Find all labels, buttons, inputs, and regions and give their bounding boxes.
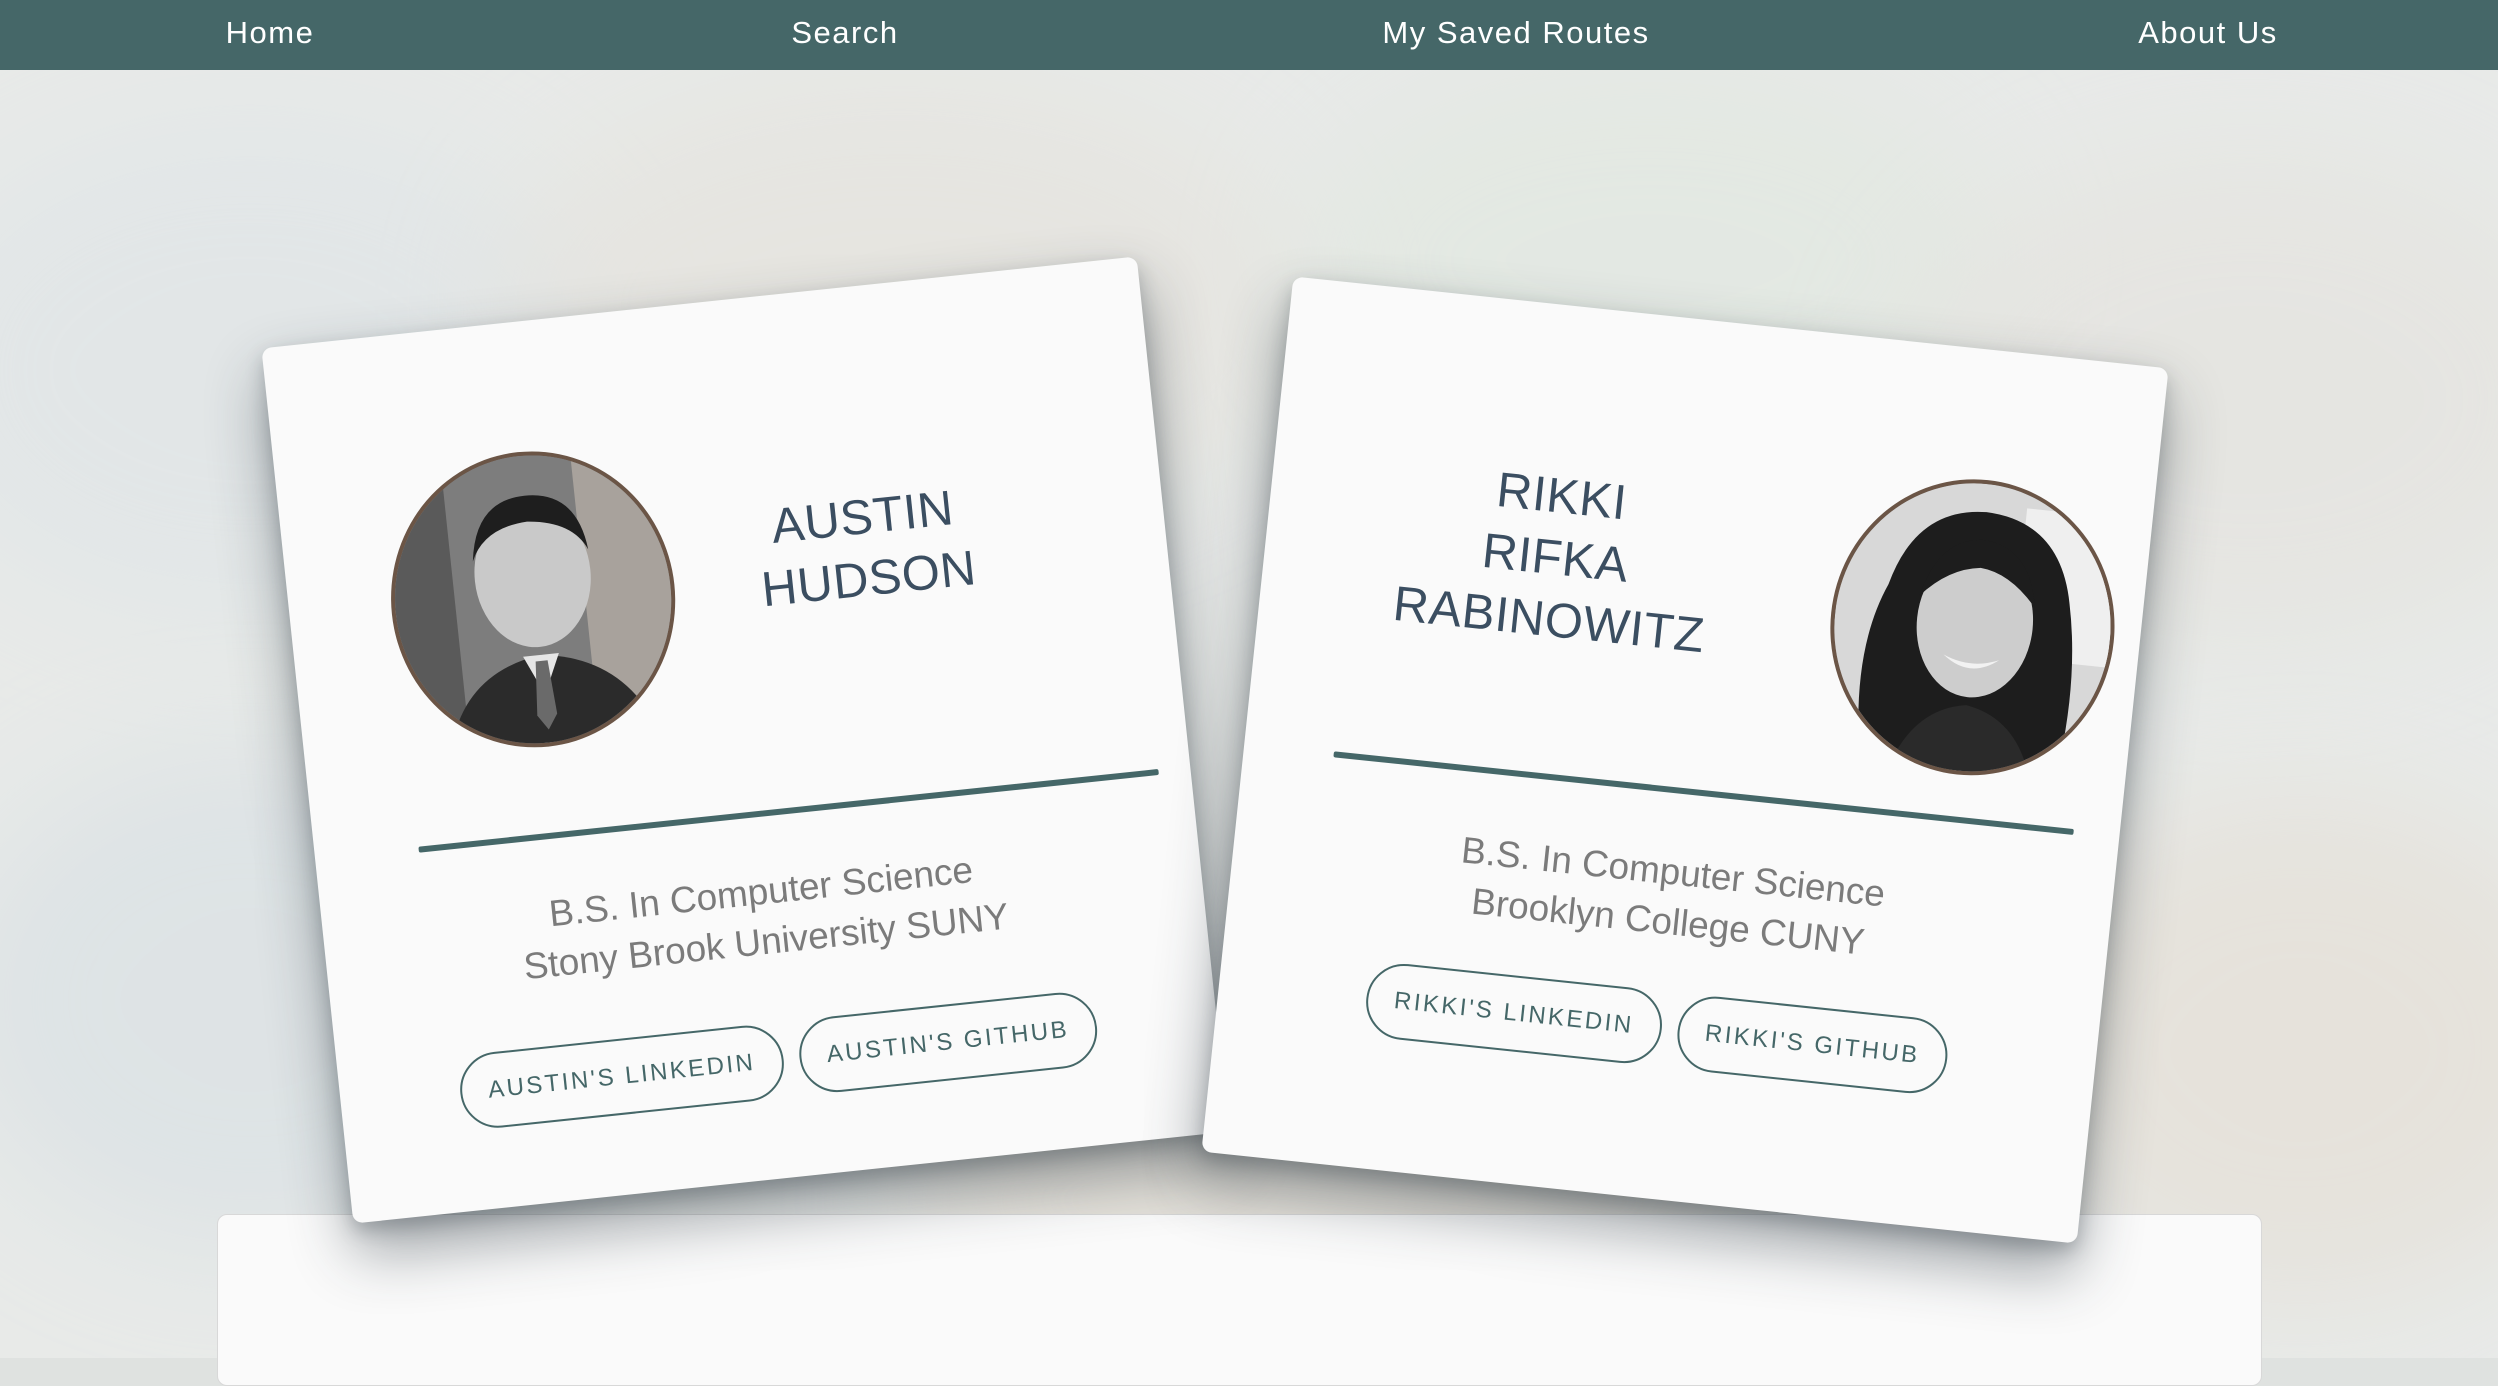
rikki-linkedin-button[interactable]: RIKKI'S LINKEDIN xyxy=(1362,960,1666,1067)
austin-github-button[interactable]: AUSTIN'S GITHUB xyxy=(795,989,1101,1096)
member-name-austin: AUSTIN HUDSON xyxy=(710,471,1021,626)
rikki-github-button[interactable]: RIKKI'S GITHUB xyxy=(1673,992,1952,1097)
person-photo-rikki xyxy=(1820,469,2125,785)
member-name-rikki: RIKKI RIFKA RABINOWITZ xyxy=(1387,449,1725,667)
nav-my-saved-routes-link[interactable]: My Saved Routes xyxy=(1340,0,1692,70)
avatar-rikki xyxy=(1815,465,2130,790)
avatar-austin xyxy=(376,437,690,762)
member-links-austin: AUSTIN'S LINKEDIN AUSTIN'S GITHUB xyxy=(337,976,1220,1144)
team-card-rikki: RIKKI RIFKA RABINOWITZ B.S. In Computer … xyxy=(1201,276,2169,1244)
member-education-austin: B.S. In Computer Science Stony Brook Uni… xyxy=(380,828,1146,1007)
nav-home-link[interactable]: Home xyxy=(190,0,350,70)
team-card-austin: AUSTIN HUDSON B.S. In Computer Science S… xyxy=(261,256,1229,1224)
about-content-panel xyxy=(217,1214,2262,1386)
person-photo-austin xyxy=(380,441,686,758)
nav-search-link[interactable]: Search xyxy=(750,0,940,70)
austin-linkedin-button[interactable]: AUSTIN'S LINKEDIN xyxy=(456,1021,788,1132)
member-education-rikki: B.S. In Computer Science Brooklyn Colleg… xyxy=(1287,808,2053,987)
nav-about-us-link[interactable]: About Us xyxy=(2110,0,2306,70)
top-navbar: Home Search My Saved Routes About Us xyxy=(0,0,2498,70)
